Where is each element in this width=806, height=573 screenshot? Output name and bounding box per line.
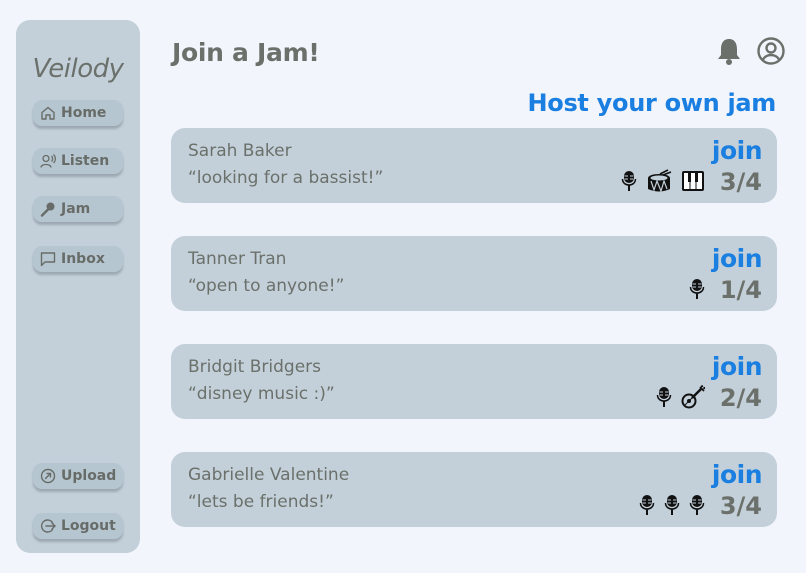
- sidebar-item-label: Listen: [61, 153, 110, 169]
- piano-icon: [682, 171, 704, 191]
- jam-note: “looking for a bassist!”: [188, 168, 384, 188]
- sidebar-item-label: Jam: [61, 201, 91, 217]
- host-name: Sarah Baker: [188, 141, 292, 161]
- upload-icon: [40, 468, 56, 484]
- participant-count: 2/4: [719, 384, 762, 412]
- join-button[interactable]: join: [712, 244, 763, 273]
- sidebar-item-listen[interactable]: Listen: [33, 148, 123, 174]
- bell-icon[interactable]: [714, 36, 744, 66]
- jam-card: Gabrielle Valentine “lets be friends!” j…: [171, 452, 777, 527]
- instrument-list: [639, 492, 705, 518]
- instrument-list: [656, 384, 705, 410]
- jam-note: “open to anyone!”: [188, 276, 345, 296]
- page-title: Join a Jam!: [172, 38, 320, 67]
- join-button[interactable]: join: [712, 136, 763, 165]
- microphone-icon: [689, 495, 705, 515]
- microphone-icon: [664, 495, 680, 515]
- sidebar-item-upload[interactable]: Upload: [33, 463, 123, 489]
- host-name: Gabrielle Valentine: [188, 465, 350, 485]
- microphone-icon: [40, 202, 55, 217]
- participant-count: 3/4: [719, 492, 762, 520]
- jam-note: “disney music :)”: [188, 384, 335, 404]
- sidebar-item-label: Upload: [61, 468, 117, 484]
- sidebar: Veilody Home Listen Jam Inbox Upload Log…: [16, 20, 140, 553]
- chat-bubble-icon: [40, 252, 56, 267]
- jam-card: Sarah Baker “looking for a bassist!” joi…: [171, 128, 777, 203]
- participant-count: 3/4: [719, 168, 762, 196]
- sidebar-item-home[interactable]: Home: [33, 100, 123, 126]
- host-name: Tanner Tran: [188, 249, 287, 269]
- microphone-icon: [689, 279, 705, 299]
- participant-count: 1/4: [719, 276, 762, 304]
- sidebar-item-logout[interactable]: Logout: [33, 513, 123, 539]
- sidebar-item-label: Inbox: [61, 251, 105, 267]
- logout-icon: [41, 519, 56, 533]
- join-button[interactable]: join: [712, 352, 763, 381]
- guitar-icon: [681, 385, 705, 409]
- jam-note: “lets be friends!”: [188, 492, 334, 512]
- sidebar-item-jam[interactable]: Jam: [33, 196, 123, 222]
- sidebar-item-label: Home: [61, 105, 107, 121]
- app-logo: Veilody: [32, 54, 124, 84]
- sidebar-item-label: Logout: [61, 518, 116, 534]
- microphone-icon: [639, 495, 655, 515]
- instrument-list: [621, 168, 705, 194]
- jam-card: Bridgit Bridgers “disney music :)” join …: [171, 344, 777, 419]
- host-name: Bridgit Bridgers: [188, 357, 322, 377]
- host-your-own-jam-link[interactable]: Host your own jam: [527, 89, 776, 117]
- instrument-list: [689, 276, 705, 302]
- user-profile-icon[interactable]: [756, 36, 786, 66]
- sidebar-item-inbox[interactable]: Inbox: [33, 246, 123, 272]
- microphone-icon: [656, 387, 672, 407]
- listen-icon: [40, 154, 56, 168]
- home-icon: [41, 106, 55, 120]
- join-button[interactable]: join: [712, 460, 763, 489]
- jam-card: Tanner Tran “open to anyone!” join 1/4: [171, 236, 777, 311]
- microphone-icon: [621, 171, 637, 191]
- drum-icon: [648, 169, 672, 193]
